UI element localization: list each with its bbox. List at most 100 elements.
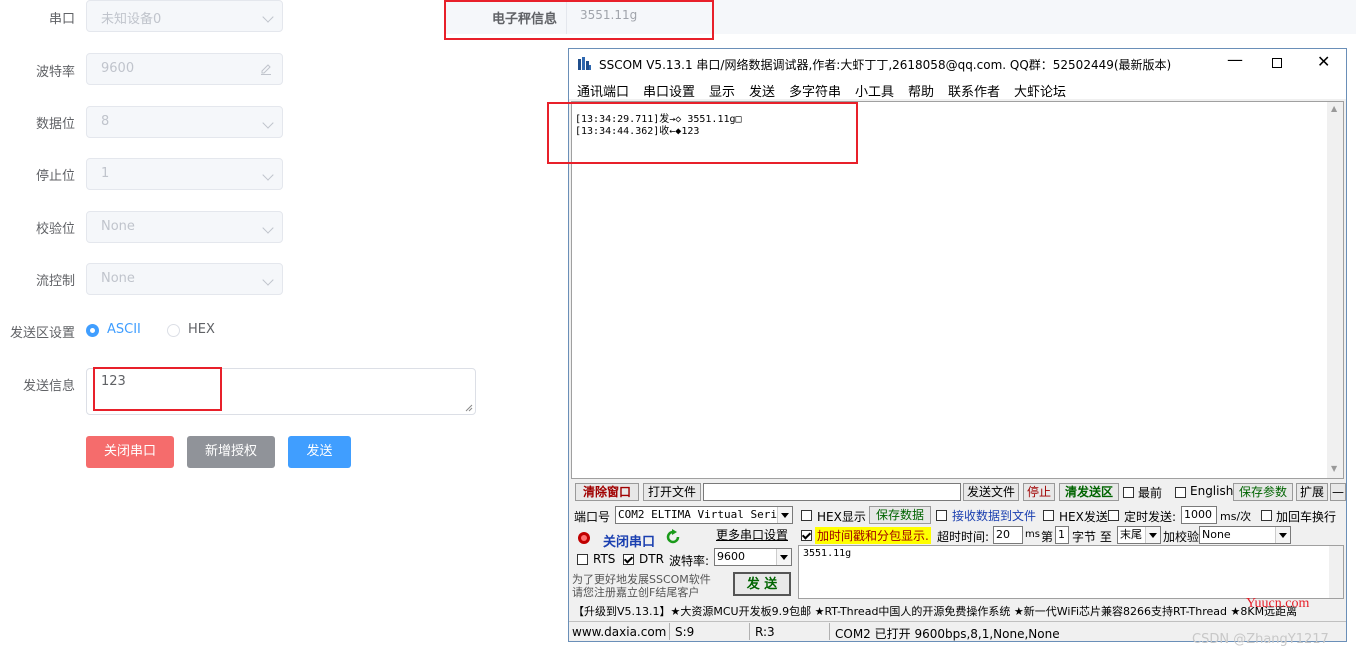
dropdown-arrow-icon[interactable] bbox=[1275, 527, 1290, 543]
csdn-watermark: CSDN @ZhangY1217 bbox=[1192, 632, 1329, 647]
hex-radio-label[interactable]: HEX bbox=[188, 322, 215, 337]
menu-item-serial-settings[interactable]: 串口设置 bbox=[643, 81, 695, 100]
minimize-icon[interactable]: — bbox=[1227, 50, 1243, 69]
send-info-label: 发送信息 bbox=[22, 379, 75, 394]
timestamp-checkbox[interactable] bbox=[801, 530, 812, 541]
timed-interval-input[interactable]: 1000 bbox=[1181, 506, 1217, 524]
hex-send-checkbox[interactable] bbox=[1043, 510, 1054, 521]
front-checkbox[interactable] bbox=[1123, 487, 1134, 498]
scroll-up-icon[interactable]: ▲ bbox=[1331, 104, 1337, 113]
dropdown-arrow-icon[interactable] bbox=[1145, 527, 1160, 543]
send-area-label: 发送区设置 bbox=[9, 326, 75, 341]
recv-to-file-label: 接收数据到文件 bbox=[952, 509, 1037, 523]
hex-send-label: HEX发送 bbox=[1059, 510, 1108, 524]
flow-label: 流控制 bbox=[35, 274, 75, 289]
checksum-combobox[interactable]: None bbox=[1199, 526, 1291, 544]
dtr-checkbox[interactable] bbox=[623, 554, 634, 565]
stop-button[interactable]: 停止 bbox=[1023, 483, 1055, 501]
baud-label: 波特率 bbox=[35, 65, 75, 80]
baud-label: 波特率: bbox=[669, 554, 710, 568]
close-port-button[interactable]: 关闭串口 bbox=[603, 531, 655, 550]
byte-start-input[interactable]: 1 bbox=[1055, 526, 1069, 544]
send-file-button[interactable]: 发送文件 bbox=[963, 483, 1019, 501]
ticker-bar[interactable]: 【升级到V5.13.1】★大资源MCU开发板9.9包邮 ★RT-Thread中国… bbox=[571, 601, 1344, 619]
dropdown-arrow-icon[interactable] bbox=[776, 549, 791, 565]
port-combobox[interactable]: COM2 ELTIMA Virtual Serial bbox=[615, 506, 793, 524]
ticker-text[interactable]: 【升级到V5.13.1】★大资源MCU开发板9.9包邮 ★RT-Thread中国… bbox=[573, 603, 1297, 619]
status-received: R:3 bbox=[755, 625, 775, 639]
menu-item-display[interactable]: 显示 bbox=[709, 81, 735, 100]
send-scrollbar[interactable] bbox=[1329, 546, 1343, 598]
flow-select[interactable]: None bbox=[86, 263, 283, 295]
send-text-value: 3551.11g bbox=[803, 548, 852, 559]
timeout-input[interactable]: 20 bbox=[993, 526, 1023, 544]
open-file-button[interactable]: 打开文件 bbox=[643, 483, 701, 501]
save-data-button[interactable]: 保存数据 bbox=[869, 506, 931, 524]
status-port: COM2 已打开 9600bps,8,1,None,None bbox=[835, 627, 1060, 641]
status-site[interactable]: www.daxia.com bbox=[572, 625, 666, 639]
baud-input-value: 9600 bbox=[101, 61, 135, 76]
port-label: 串口 bbox=[48, 12, 75, 27]
hex-display-label: HEX显示 bbox=[817, 510, 866, 524]
send-text-area[interactable]: 3551.11g bbox=[798, 545, 1344, 599]
menu-item-send[interactable]: 发送 bbox=[749, 81, 775, 100]
edit-icon bbox=[261, 64, 271, 75]
hex-radio[interactable] bbox=[167, 324, 180, 337]
more-settings-button[interactable]: 更多串口设置 bbox=[713, 527, 791, 545]
dtr-label: DTR bbox=[639, 552, 664, 566]
hex-display-checkbox[interactable] bbox=[801, 510, 812, 521]
timed-send-checkbox[interactable] bbox=[1108, 510, 1119, 521]
port-status-icon bbox=[578, 532, 590, 544]
menu-item-forum[interactable]: 大虾论坛 bbox=[1014, 81, 1066, 100]
maximize-icon[interactable] bbox=[1272, 58, 1282, 68]
clear-send-area-button[interactable]: 清发送区 bbox=[1059, 483, 1119, 501]
clear-window-button[interactable]: 清除窗口 bbox=[575, 483, 639, 501]
recv-to-file-checkbox[interactable] bbox=[936, 510, 947, 521]
menu-item-tools[interactable]: 小工具 bbox=[855, 81, 894, 100]
resize-handle-icon[interactable] bbox=[465, 404, 473, 412]
sscom-send-button[interactable]: 发 送 bbox=[733, 572, 791, 596]
add-crlf-checkbox[interactable] bbox=[1261, 510, 1272, 521]
baud-combobox[interactable]: 9600 bbox=[714, 548, 792, 566]
english-checkbox[interactable] bbox=[1175, 487, 1186, 498]
port-select[interactable]: 未知设备0 bbox=[86, 0, 283, 32]
timed-unit-label: ms/次 bbox=[1220, 510, 1252, 523]
scroll-down-icon[interactable]: ▼ bbox=[1331, 464, 1337, 473]
close-port-button[interactable]: 关闭串口 bbox=[86, 436, 174, 468]
save-params-button[interactable]: 保存参数 bbox=[1233, 483, 1293, 501]
chevron-down-icon bbox=[262, 222, 274, 234]
rts-checkbox[interactable] bbox=[577, 554, 588, 565]
receive-scrollbar[interactable]: ▲ ▼ bbox=[1327, 102, 1343, 478]
title-bar[interactable]: SSCOM V5.13.1 串口/网络数据调试器,作者:大虾丁丁,2618058… bbox=[569, 49, 1346, 77]
timestamp-label: 加时间戳和分包显示. bbox=[815, 527, 931, 544]
annotation-box-scale bbox=[444, 0, 714, 40]
ascii-radio[interactable] bbox=[86, 324, 99, 337]
ascii-radio-label[interactable]: ASCII bbox=[107, 322, 141, 337]
close-icon[interactable]: ✕ bbox=[1317, 52, 1330, 71]
stopbits-select[interactable]: 1 bbox=[86, 158, 283, 190]
sscom-app-icon bbox=[578, 57, 591, 70]
databits-select[interactable]: 8 bbox=[86, 106, 283, 138]
menu-item-contact[interactable]: 联系作者 bbox=[948, 81, 1000, 100]
collapse-icon[interactable]: — bbox=[1330, 483, 1346, 501]
parity-select[interactable]: None bbox=[86, 211, 283, 243]
add-crlf-label: 加回车换行 bbox=[1276, 510, 1337, 524]
annotation-box-log bbox=[547, 102, 858, 164]
databits-label: 数据位 bbox=[35, 117, 75, 132]
menu-item-multistring[interactable]: 多字符串 bbox=[789, 81, 841, 100]
timeout-unit-label: ms bbox=[1025, 529, 1040, 540]
add-auth-button[interactable]: 新增授权 bbox=[187, 436, 275, 468]
menu-item-port[interactable]: 通讯端口 bbox=[577, 81, 629, 100]
send-button[interactable]: 发送 bbox=[288, 436, 351, 468]
refresh-icon[interactable] bbox=[665, 529, 681, 545]
menu-item-help[interactable]: 帮助 bbox=[908, 81, 934, 100]
timed-send-label: 定时发送: bbox=[1124, 510, 1177, 524]
expand-button[interactable]: 扩展 bbox=[1296, 483, 1328, 501]
file-path-input[interactable] bbox=[703, 483, 961, 501]
byte-end-combobox[interactable]: 末尾 bbox=[1117, 526, 1161, 544]
checksum-label: 加校验 bbox=[1163, 530, 1200, 544]
annotation-box-send-info bbox=[93, 367, 222, 411]
baud-input[interactable]: 9600 bbox=[86, 53, 283, 85]
byte-to-label: 字节 至 bbox=[1072, 530, 1112, 544]
dropdown-arrow-icon[interactable] bbox=[777, 507, 792, 523]
